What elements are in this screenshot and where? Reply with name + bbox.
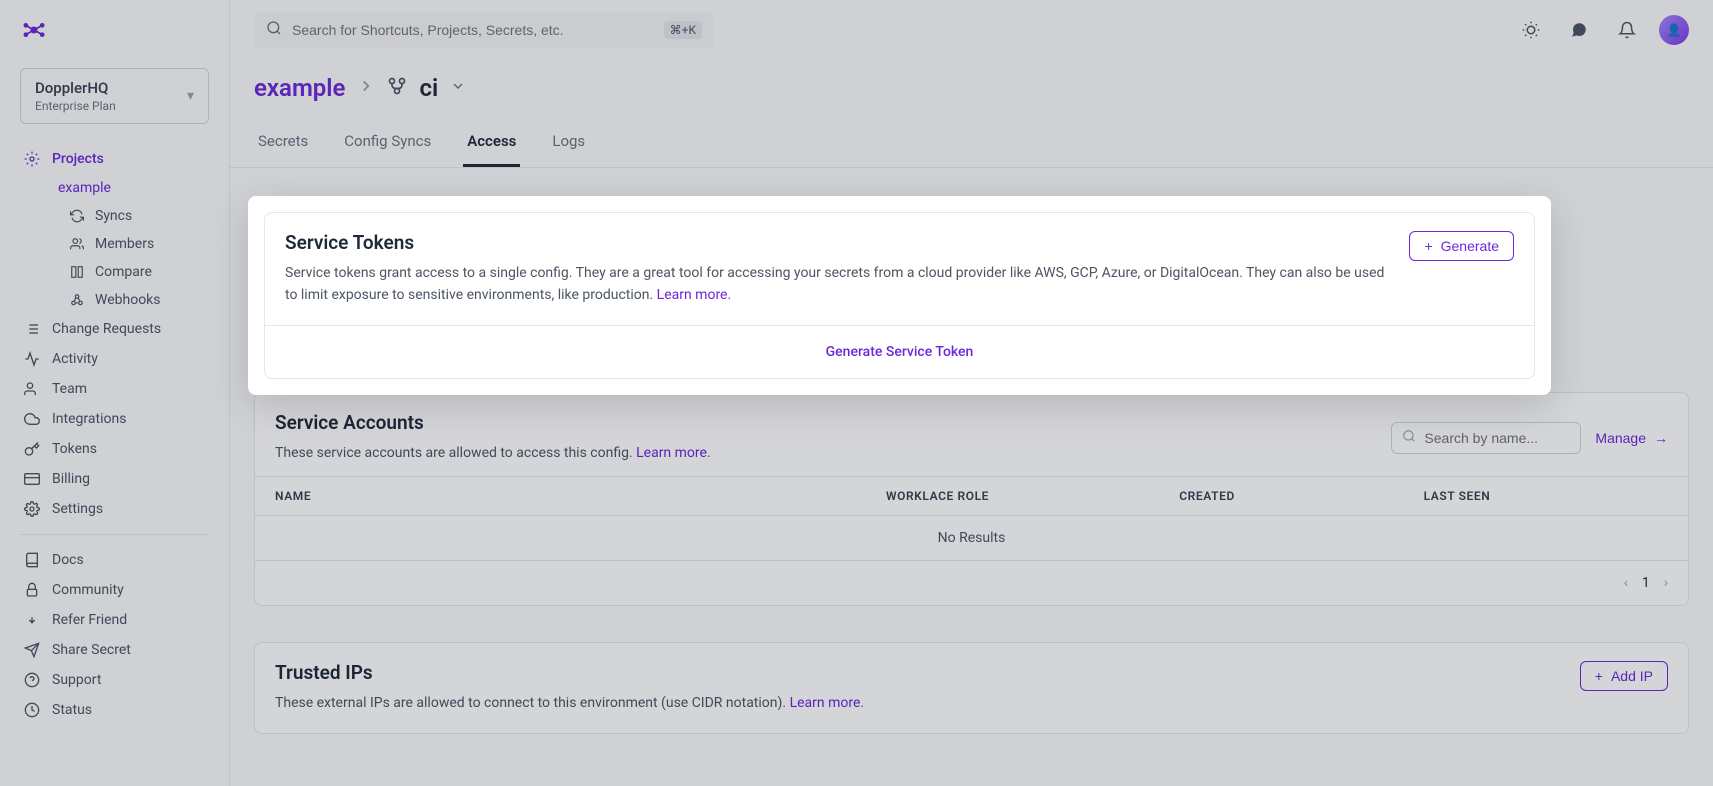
service-tokens-desc: Service tokens grant access to a single … (285, 262, 1389, 307)
nav-change-requests[interactable]: Change Requests (0, 314, 229, 344)
book-icon (24, 552, 40, 568)
learn-more-link[interactable]: Learn more (636, 445, 707, 461)
tabs: Secrets Config Syncs Access Logs (230, 110, 1713, 168)
nav-members[interactable]: Members (0, 230, 229, 258)
branch-icon (387, 76, 407, 100)
avatar[interactable]: 👤 (1659, 15, 1689, 45)
pager-prev[interactable]: ‹ (1624, 575, 1628, 591)
pager-page: 1 (1642, 575, 1650, 591)
nav-tokens[interactable]: Tokens (0, 434, 229, 464)
tab-secrets[interactable]: Secrets (254, 122, 312, 167)
gear-icon (24, 151, 40, 167)
breadcrumb-project[interactable]: example (254, 74, 345, 102)
key-icon (24, 441, 40, 457)
nav-syncs[interactable]: Syncs (0, 202, 229, 230)
col-role: WORKLACE ROLE (886, 489, 1179, 503)
nav-label: Projects (52, 151, 104, 167)
chevron-down-icon: ▾ (187, 88, 194, 104)
accounts-table-head: NAME WORKLACE ROLE CREATED LAST SEEN (255, 476, 1688, 515)
search-input[interactable] (292, 22, 654, 38)
nav-compare[interactable]: Compare (0, 258, 229, 286)
nav-activity[interactable]: Activity (0, 344, 229, 374)
webhook-icon (70, 293, 84, 307)
nav-webhooks[interactable]: Webhooks (0, 286, 229, 314)
manage-button[interactable]: Manage → (1595, 430, 1668, 446)
nav-billing[interactable]: Billing (0, 464, 229, 494)
trusted-ips-card: Trusted IPs These external IPs are allow… (254, 642, 1689, 733)
help-icon (24, 672, 40, 688)
arrow-right-icon: → (1654, 430, 1668, 446)
nav-settings[interactable]: Settings (0, 494, 229, 524)
sync-icon (70, 209, 84, 223)
team-icon (24, 381, 40, 397)
generate-button[interactable]: + Generate (1409, 231, 1514, 261)
nav-project-example[interactable]: example (0, 174, 229, 202)
service-tokens-title: Service Tokens (285, 231, 1389, 254)
service-accounts-card: Service Accounts These service accounts … (254, 392, 1689, 606)
bell-icon[interactable] (1611, 14, 1643, 46)
nav-integrations[interactable]: Integrations (0, 404, 229, 434)
global-search[interactable]: ⌘+K (254, 12, 714, 48)
col-created: CREATED (1179, 489, 1423, 503)
highlight-shell: Service Tokens Service tokens grant acce… (248, 196, 1551, 395)
col-last-seen: LAST SEEN (1424, 489, 1668, 503)
search-icon (1402, 429, 1416, 447)
tab-config-syncs[interactable]: Config Syncs (340, 122, 435, 167)
nav-support[interactable]: Support (0, 665, 229, 695)
chevron-right-icon (357, 77, 375, 99)
trusted-ips-title: Trusted IPs (275, 661, 1560, 684)
card-icon (24, 471, 40, 487)
org-name: DopplerHQ (35, 79, 116, 97)
nav-community[interactable]: Community (0, 575, 229, 605)
service-tokens-card: Service Tokens Service tokens grant acce… (264, 212, 1535, 379)
sidebar: DopplerHQ Enterprise Plan ▾ Projects exa… (0, 0, 230, 786)
nav-team[interactable]: Team (0, 374, 229, 404)
cloud-icon (24, 411, 40, 427)
add-ip-button[interactable]: + Add IP (1580, 661, 1668, 691)
learn-more-link[interactable]: Learn more (657, 287, 728, 303)
tab-logs[interactable]: Logs (548, 122, 589, 167)
trusted-ips-desc: These external IPs are allowed to connec… (275, 692, 1560, 714)
search-icon (266, 20, 282, 40)
plus-icon: + (1595, 668, 1603, 684)
nav-refer[interactable]: Refer Friend (0, 605, 229, 635)
nav-share[interactable]: Share Secret (0, 635, 229, 665)
compare-icon (70, 265, 84, 279)
handshake-icon (24, 612, 40, 628)
pager: ‹ 1 › (255, 560, 1688, 605)
send-icon (24, 642, 40, 658)
service-accounts-desc: These service accounts are allowed to ac… (275, 442, 1377, 464)
settings-icon (24, 501, 40, 517)
org-selector[interactable]: DopplerHQ Enterprise Plan ▾ (20, 68, 209, 124)
accounts-search-input[interactable] (1424, 430, 1570, 446)
learn-more-link[interactable]: Learn more (790, 695, 861, 711)
topbar: ⌘+K 👤 (230, 0, 1713, 48)
pager-next[interactable]: › (1664, 575, 1668, 591)
nav-projects[interactable]: Projects (0, 144, 229, 174)
community-icon (24, 582, 40, 598)
users-icon (70, 237, 84, 251)
breadcrumb-config[interactable]: ci (419, 74, 438, 102)
chevron-down-icon[interactable] (450, 78, 466, 98)
col-name: NAME (275, 489, 886, 503)
service-accounts-title: Service Accounts (275, 411, 1377, 434)
tab-access[interactable]: Access (463, 122, 520, 167)
accounts-empty: No Results (255, 515, 1688, 560)
plus-icon: + (1424, 238, 1432, 254)
activity-icon (24, 351, 40, 367)
clock-icon (24, 702, 40, 718)
search-shortcut: ⌘+K (664, 21, 702, 39)
accounts-search[interactable] (1391, 422, 1581, 454)
nav-docs[interactable]: Docs (0, 545, 229, 575)
org-plan: Enterprise Plan (35, 99, 116, 113)
theme-toggle[interactable] (1515, 14, 1547, 46)
logo[interactable] (0, 16, 229, 68)
chat-icon[interactable] (1563, 14, 1595, 46)
list-icon (24, 321, 40, 337)
nav-status[interactable]: Status (0, 695, 229, 725)
breadcrumb: example ci (230, 48, 1713, 110)
generate-service-token-link[interactable]: Generate Service Token (826, 344, 974, 360)
